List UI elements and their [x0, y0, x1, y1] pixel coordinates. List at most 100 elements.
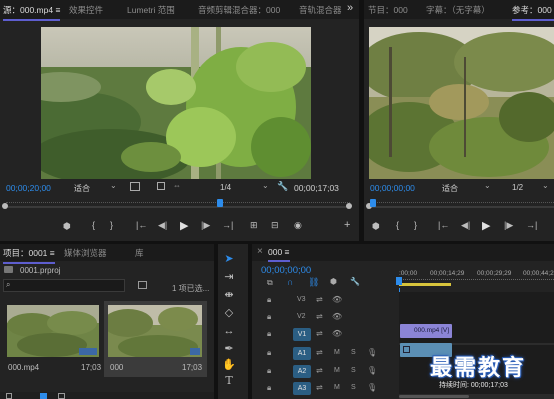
settings-square-icon[interactable]	[157, 182, 165, 190]
timeline-ruler[interactable]: :00;00 00;00;14;29 00;00;29;29 00;00;44;…	[396, 268, 554, 288]
eye-icon[interactable]: 👁︎	[332, 312, 342, 321]
chevron-down-icon[interactable]: ⌄	[484, 181, 491, 190]
tab-source[interactable]: 源：000.mp4 ≡	[3, 4, 61, 21]
tab-audio-track-mixer[interactable]: 音轨混合器	[299, 4, 342, 16]
chevron-down-icon[interactable]: ⌄	[110, 181, 117, 190]
more-panels-chevron-icon[interactable]: »	[347, 2, 353, 14]
mute-button[interactable]: M	[334, 349, 340, 356]
search-input[interactable]: ⌕	[3, 279, 125, 292]
list-view-icon[interactable]	[40, 393, 47, 399]
mark-in-icon[interactable]: {	[396, 220, 399, 230]
lock-icon[interactable]	[6, 393, 12, 399]
slip-tool-icon[interactable]: ↔	[222, 324, 236, 338]
lock-icon[interactable]: 🔒︎	[267, 366, 271, 376]
add-marker-icon[interactable]: ⬢	[372, 221, 380, 232]
track-label-a1[interactable]: A1	[293, 347, 311, 360]
timeline-timecode[interactable]: 00;00;00;00	[261, 265, 311, 276]
go-to-out-icon[interactable]: →|	[526, 220, 537, 230]
tab-lumetri-scopes[interactable]: Lumetri 范围	[127, 4, 175, 16]
step-forward-icon[interactable]: |▶	[201, 220, 210, 231]
project-item-thumbnail[interactable]	[7, 305, 99, 357]
snap-magnet-icon[interactable]: ∩	[287, 277, 293, 287]
lock-icon[interactable]: 🔒︎	[267, 312, 271, 322]
toggle-sync-lock-icon[interactable]: ⇌	[316, 348, 323, 357]
tab-captions[interactable]: 字幕：（无字幕）	[426, 4, 490, 16]
go-to-in-icon[interactable]: |←	[136, 220, 147, 230]
tab-program[interactable]: 节目：000	[368, 4, 408, 16]
solo-button[interactable]: S	[351, 384, 356, 391]
hand-tool-icon[interactable]: ✋	[222, 358, 236, 372]
lock-icon[interactable]: 🔒︎	[267, 348, 271, 358]
chevron-down-icon[interactable]: ⌄	[262, 181, 269, 190]
close-icon[interactable]: ×	[257, 246, 263, 257]
playhead-marker-icon[interactable]	[217, 199, 223, 207]
drag-video-icon[interactable]: ⇔	[173, 181, 181, 190]
program-fit-dropdown[interactable]: 适合	[442, 183, 458, 194]
track-label-v1[interactable]: V1	[293, 328, 311, 341]
lock-icon[interactable]: 🔒︎	[267, 383, 271, 393]
step-forward-icon[interactable]: |▶	[504, 220, 513, 231]
new-search-bin-icon[interactable]	[138, 281, 147, 289]
source-playhead-timecode[interactable]: 00;00;20;00	[6, 183, 51, 193]
nest-toggle-icon[interactable]: ⧉	[267, 278, 273, 288]
type-tool-icon[interactable]: T	[222, 374, 236, 388]
toggle-sync-lock-icon[interactable]: ⇌	[316, 366, 323, 375]
step-back-icon[interactable]: ◀|	[461, 220, 470, 231]
toggle-sync-lock-icon[interactable]: ⇌	[316, 383, 323, 392]
mute-button[interactable]: M	[334, 384, 340, 391]
playhead-marker-icon[interactable]	[396, 277, 402, 285]
scrub-start-handle[interactable]	[2, 203, 8, 209]
track-label-a3[interactable]: A3	[293, 382, 311, 395]
work-area-bar[interactable]	[399, 283, 451, 286]
razor-tool-icon[interactable]: ◇	[222, 306, 236, 320]
tab-libraries[interactable]: 库	[135, 247, 144, 259]
scrub-end-handle[interactable]	[346, 203, 352, 209]
eye-icon[interactable]: 👁︎	[332, 295, 342, 304]
insert-icon[interactable]: ⊞	[250, 220, 258, 231]
lock-icon[interactable]: 🔒︎	[267, 295, 271, 305]
mark-out-icon[interactable]: }	[110, 220, 113, 230]
export-frame-camera-icon[interactable]: ◉	[294, 220, 302, 231]
step-back-icon[interactable]: ◀|	[158, 220, 167, 231]
icon-view-icon[interactable]	[58, 393, 65, 399]
tab-media-browser[interactable]: 媒体浏览器	[64, 247, 107, 259]
source-scrub-bar[interactable]	[2, 199, 352, 209]
track-select-tool-icon[interactable]: ⇥	[222, 270, 236, 284]
tab-effect-controls[interactable]: 效果控件	[69, 4, 103, 16]
source-zoom-dropdown[interactable]: 1/4	[220, 183, 231, 192]
eye-icon[interactable]: 👁︎	[332, 329, 342, 338]
selection-tool-arrow-icon[interactable]: ➤	[222, 252, 236, 266]
track-label-a2[interactable]: A2	[293, 365, 311, 378]
pen-tool-icon[interactable]: ✒	[222, 342, 236, 356]
go-to-out-icon[interactable]: →|	[222, 220, 233, 230]
go-to-in-icon[interactable]: |←	[438, 220, 449, 230]
tab-sequence[interactable]: 000 ≡	[268, 247, 290, 262]
project-item-thumbnail[interactable]	[108, 305, 202, 357]
mute-button[interactable]: M	[334, 367, 340, 374]
solo-button[interactable]: S	[351, 349, 356, 356]
add-button-icon[interactable]: +	[344, 219, 350, 231]
ripple-edit-tool-icon[interactable]: ⇼	[222, 288, 236, 302]
scrollbar-handle[interactable]	[399, 395, 469, 398]
toggle-sync-lock-icon[interactable]: ⇌	[316, 295, 323, 304]
play-icon[interactable]: ▶	[180, 219, 188, 232]
timeline-slider-track[interactable]	[6, 206, 350, 208]
track-label-v2[interactable]: V2	[297, 313, 306, 320]
track-label-v3[interactable]: V3	[297, 296, 306, 303]
marker-in-icon[interactable]	[130, 182, 140, 191]
mark-in-icon[interactable]: {	[92, 220, 95, 230]
mark-out-icon[interactable]: }	[414, 220, 417, 230]
wrench-icon[interactable]: 🔧	[277, 181, 288, 192]
video-clip[interactable]: 000.mp4 [V]	[400, 324, 452, 338]
tab-project[interactable]: 项目：0001 ≡	[3, 247, 55, 264]
lock-icon[interactable]: 🔒︎	[267, 329, 271, 339]
microphone-icon[interactable]: 🎙︎	[367, 348, 377, 357]
tab-audio-clip-mixer[interactable]: 音频剪辑混合器：000	[198, 4, 280, 16]
playhead-marker-icon[interactable]	[370, 199, 376, 207]
timeline-horizontal-scrollbar[interactable]	[399, 394, 554, 399]
add-marker-icon[interactable]: ⬢	[63, 221, 71, 232]
toggle-sync-lock-icon[interactable]: ⇌	[316, 312, 323, 321]
chevron-down-icon[interactable]: ⌄	[542, 181, 549, 190]
solo-button[interactable]: S	[351, 367, 356, 374]
toggle-sync-lock-icon[interactable]: ⇌	[316, 329, 323, 338]
